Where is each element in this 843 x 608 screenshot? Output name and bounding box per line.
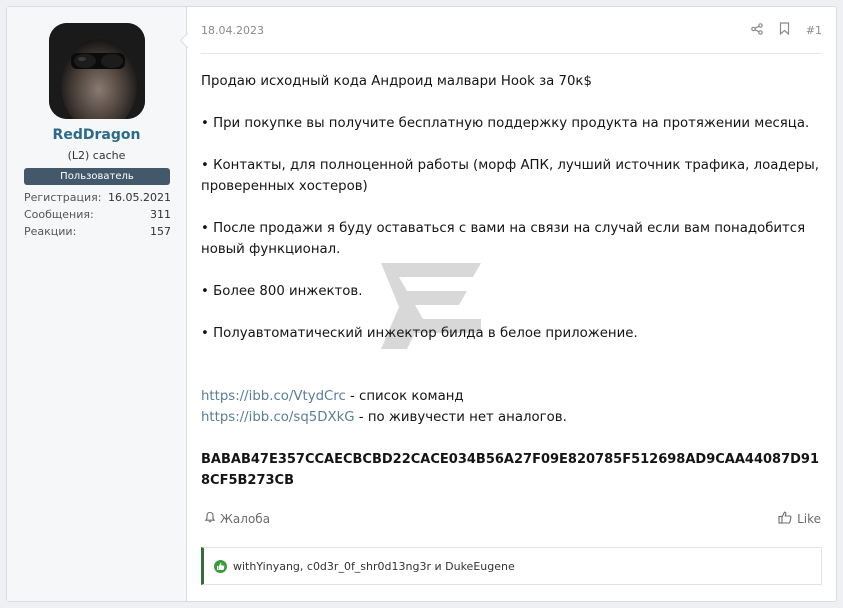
user-banner: Пользователь (24, 168, 170, 185)
avatar[interactable] (49, 23, 145, 119)
alert-icon (204, 511, 216, 526)
bookmark-icon[interactable] (779, 22, 790, 38)
link-survivability[interactable]: https://ibb.co/sq5DXkG (201, 410, 355, 425)
stat-value: 16.05.2021 (108, 191, 171, 204)
post-line: • Полуавтоматический инжектор билда в бе… (201, 326, 638, 341)
stat-registration: Регистрация: 16.05.2021 (24, 191, 171, 208)
username[interactable]: RedDragon (7, 127, 186, 143)
user-sidebar: RedDragon (L2) cache Пользователь Регист… (7, 7, 187, 601)
report-label: Жалоба (220, 511, 271, 526)
reactions-text[interactable]: withYinyang, c0d3r_0f_shr0d13ng3r и Duke… (233, 560, 515, 573)
link-desc: - список команд (345, 389, 464, 404)
post-date[interactable]: 18.04.2023 (201, 24, 264, 37)
like-button[interactable]: Like (778, 511, 821, 527)
thumbs-up-icon (778, 511, 792, 527)
stat-label: Сообщения: (24, 208, 94, 221)
like-badge-icon (214, 559, 227, 573)
divider (201, 53, 822, 54)
post-number[interactable]: #1 (806, 24, 822, 37)
post-line: • При покупке вы получите бесплатную под… (201, 116, 810, 131)
post-actions: #1 (750, 22, 822, 38)
link-line: https://ibb.co/VtydCrc - список команд (201, 386, 821, 407)
post-line: Продаю исходный кода Андроид малвари Hoo… (201, 74, 592, 89)
stat-reactions: Реакции: 157 (24, 225, 171, 242)
post-line: • После продажи я буду оставаться с вами… (201, 221, 806, 257)
stat-value: 157 (150, 225, 171, 238)
stat-label: Реакции: (24, 225, 77, 238)
link-commands[interactable]: https://ibb.co/VtydCrc (201, 389, 346, 404)
link-line: https://ibb.co/sq5DXkG - по живучести не… (201, 407, 821, 428)
report-button[interactable]: Жалоба (204, 511, 270, 526)
post-body: Продаю исходный кода Андроид малвари Hoo… (201, 71, 821, 491)
post-line: • Более 800 инжектов. (201, 284, 363, 299)
post-line: • Контакты, для полноценной работы (морф… (201, 158, 819, 194)
reactions-bar: withYinyang, c0d3r_0f_shr0d13ng3r и Duke… (201, 547, 822, 585)
stat-label: Регистрация: (24, 191, 102, 204)
user-stats: Регистрация: 16.05.2021 Сообщения: 311 Р… (24, 191, 171, 242)
stat-messages: Сообщения: 311 (24, 208, 171, 225)
link-desc: - по живучести нет аналогов. (354, 410, 567, 425)
post-main: 18.04.2023 #1 Продаю исходный кода Андро… (201, 7, 836, 601)
like-label: Like (797, 512, 821, 526)
stat-value: 311 (150, 208, 171, 221)
share-icon[interactable] (750, 22, 763, 38)
post-container: RedDragon (L2) cache Пользователь Регист… (6, 6, 837, 602)
hash-text: BABAB47E357CCAECBCBD22CACE034B56A27F09E8… (201, 452, 820, 488)
user-title: (L2) cache (67, 149, 126, 162)
